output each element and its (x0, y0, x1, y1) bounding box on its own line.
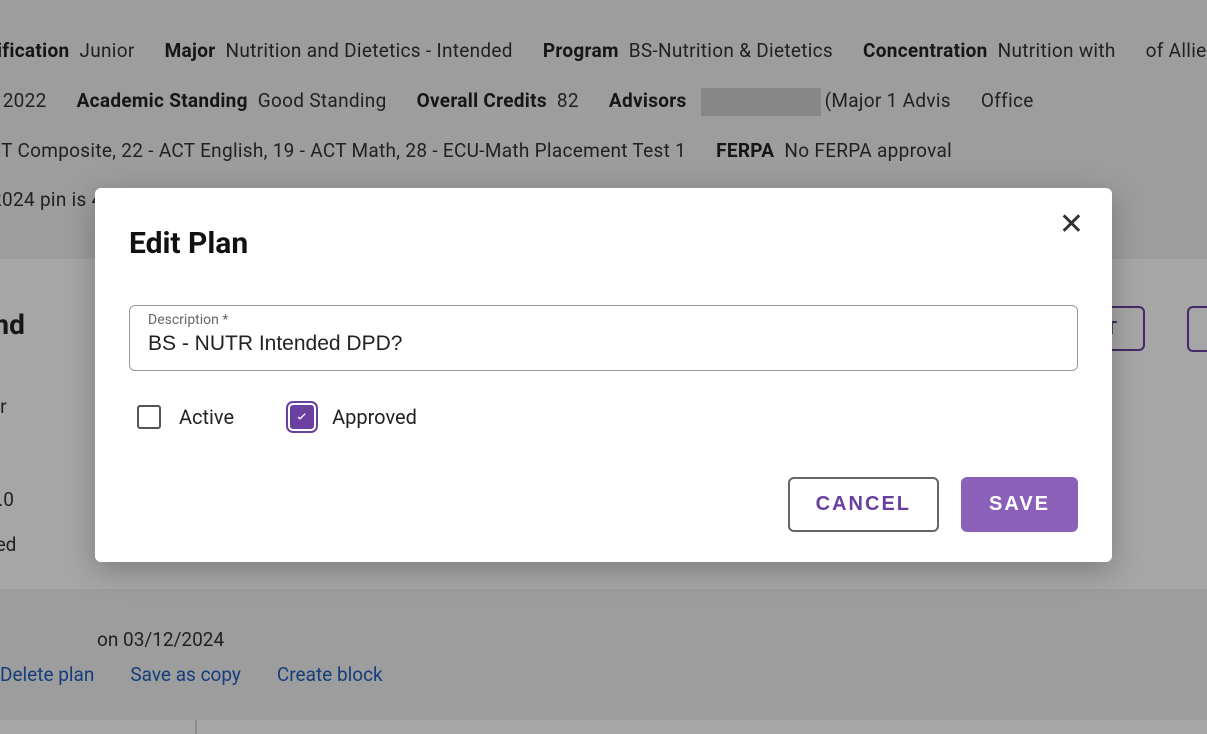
checkbox-box (290, 405, 314, 429)
background: uateClassificationJuniorMajorNutrition a… (0, 0, 1207, 734)
checkbox-box (137, 405, 161, 429)
modal-actions: CANCEL SAVE (129, 477, 1078, 532)
checkbox-row: Active Approved (137, 405, 1078, 429)
active-checkbox[interactable]: Active (137, 405, 234, 429)
description-field[interactable]: Description * (129, 305, 1078, 371)
check-icon (294, 409, 310, 425)
close-modal-button[interactable]: ✕ (1059, 210, 1084, 240)
close-icon: ✕ (1059, 208, 1084, 241)
approved-checkbox[interactable]: Approved (290, 405, 417, 429)
modal-title: Edit Plan (129, 226, 1078, 261)
active-label: Active (179, 405, 234, 429)
description-input[interactable] (148, 332, 1059, 356)
cancel-button[interactable]: CANCEL (788, 477, 939, 532)
description-label: Description * (148, 312, 228, 328)
approved-label: Approved (332, 405, 417, 429)
save-button[interactable]: SAVE (961, 477, 1078, 532)
edit-plan-modal: Edit Plan ✕ Description * Active Approve… (95, 188, 1112, 562)
